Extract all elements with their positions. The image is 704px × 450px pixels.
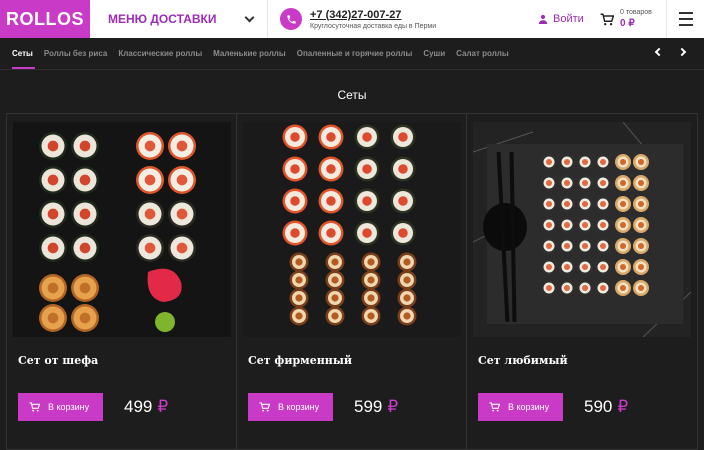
header: ROLLOS МЕНЮ ДОСТАВКИ +7 (342)27-007-27 К… <box>0 0 704 38</box>
cart-icon <box>259 402 270 412</box>
login-button[interactable]: Войти <box>538 13 594 25</box>
cart-button[interactable]: 0 товаров 0 ₽ <box>600 9 662 29</box>
product-grid: Сет от шефа В корзину 499 ₽ Сет фирменны… <box>6 113 698 450</box>
logo[interactable]: ROLLOS <box>0 0 90 38</box>
add-to-cart-button[interactable]: В корзину <box>18 393 103 421</box>
product-image[interactable] <box>473 122 691 337</box>
product-price: 499 ₽ <box>124 397 168 417</box>
price-value: 599 <box>354 397 383 416</box>
currency-symbol: ₽ <box>157 397 169 416</box>
product-price: 599 ₽ <box>354 397 398 417</box>
currency-symbol: ₽ <box>387 397 399 416</box>
chevron-right-icon[interactable] <box>677 47 687 57</box>
product-price: 590 ₽ <box>584 397 628 417</box>
price-value: 590 <box>584 397 613 416</box>
cart-icon <box>600 13 614 25</box>
add-to-cart-button[interactable]: В корзину <box>478 393 563 421</box>
tab-sushi[interactable]: Суши <box>423 49 445 58</box>
hamburger-menu-icon[interactable] <box>666 0 704 38</box>
tab-salad-rolls[interactable]: Салат роллы <box>456 49 509 58</box>
product-title[interactable]: Сет от шефа <box>18 354 98 367</box>
user-icon <box>538 14 548 24</box>
product-image[interactable] <box>13 122 231 337</box>
cart-sum: 0 ₽ <box>620 18 635 29</box>
product-title[interactable]: Сет фирменный <box>248 354 352 367</box>
product-card: Сет любимый В корзину 590 ₽ <box>466 113 698 450</box>
menu-dropdown-button[interactable]: МЕНЮ ДОСТАВКИ <box>90 0 268 38</box>
add-to-cart-label: В корзину <box>278 402 320 412</box>
add-to-cart-button[interactable]: В корзину <box>248 393 333 421</box>
product-title[interactable]: Сет любимый <box>478 354 568 367</box>
price-value: 499 <box>124 397 153 416</box>
cart-count: 0 товаров <box>620 9 652 16</box>
phone-subtitle: Круглосуточная доставка еды в Перми <box>310 22 437 30</box>
tab-small-rolls[interactable]: Маленькие роллы <box>213 49 286 58</box>
chevron-left-icon[interactable] <box>654 47 664 57</box>
section-title: Сеты <box>337 88 367 102</box>
cart-icon <box>489 402 500 412</box>
tab-baked-hot-rolls[interactable]: Опаленные и горячие роллы <box>297 49 413 58</box>
chevron-down-icon <box>244 12 255 23</box>
add-to-cart-label: В корзину <box>508 402 550 412</box>
phone-icon[interactable] <box>280 8 302 30</box>
category-tabs: Сеты Роллы без риса Классические роллы М… <box>0 38 704 70</box>
phone-block: +7 (342)27-007-27 Круглосуточная доставк… <box>268 0 528 38</box>
currency-symbol: ₽ <box>617 397 629 416</box>
product-image[interactable] <box>243 122 461 337</box>
phone-number-link[interactable]: +7 (342)27-007-27 <box>310 9 436 21</box>
tab-rolls-no-rice[interactable]: Роллы без риса <box>44 49 107 58</box>
tab-sets[interactable]: Сеты <box>12 49 35 69</box>
tab-classic-rolls[interactable]: Классические роллы <box>118 49 202 58</box>
menu-label: МЕНЮ ДОСТАВКИ <box>108 12 217 26</box>
product-card: Сет фирменный В корзину 599 ₽ <box>236 113 466 450</box>
cart-icon <box>29 402 40 412</box>
add-to-cart-label: В корзину <box>48 402 90 412</box>
login-label: Войти <box>553 13 584 25</box>
product-card: Сет от шефа В корзину 499 ₽ <box>6 113 236 450</box>
